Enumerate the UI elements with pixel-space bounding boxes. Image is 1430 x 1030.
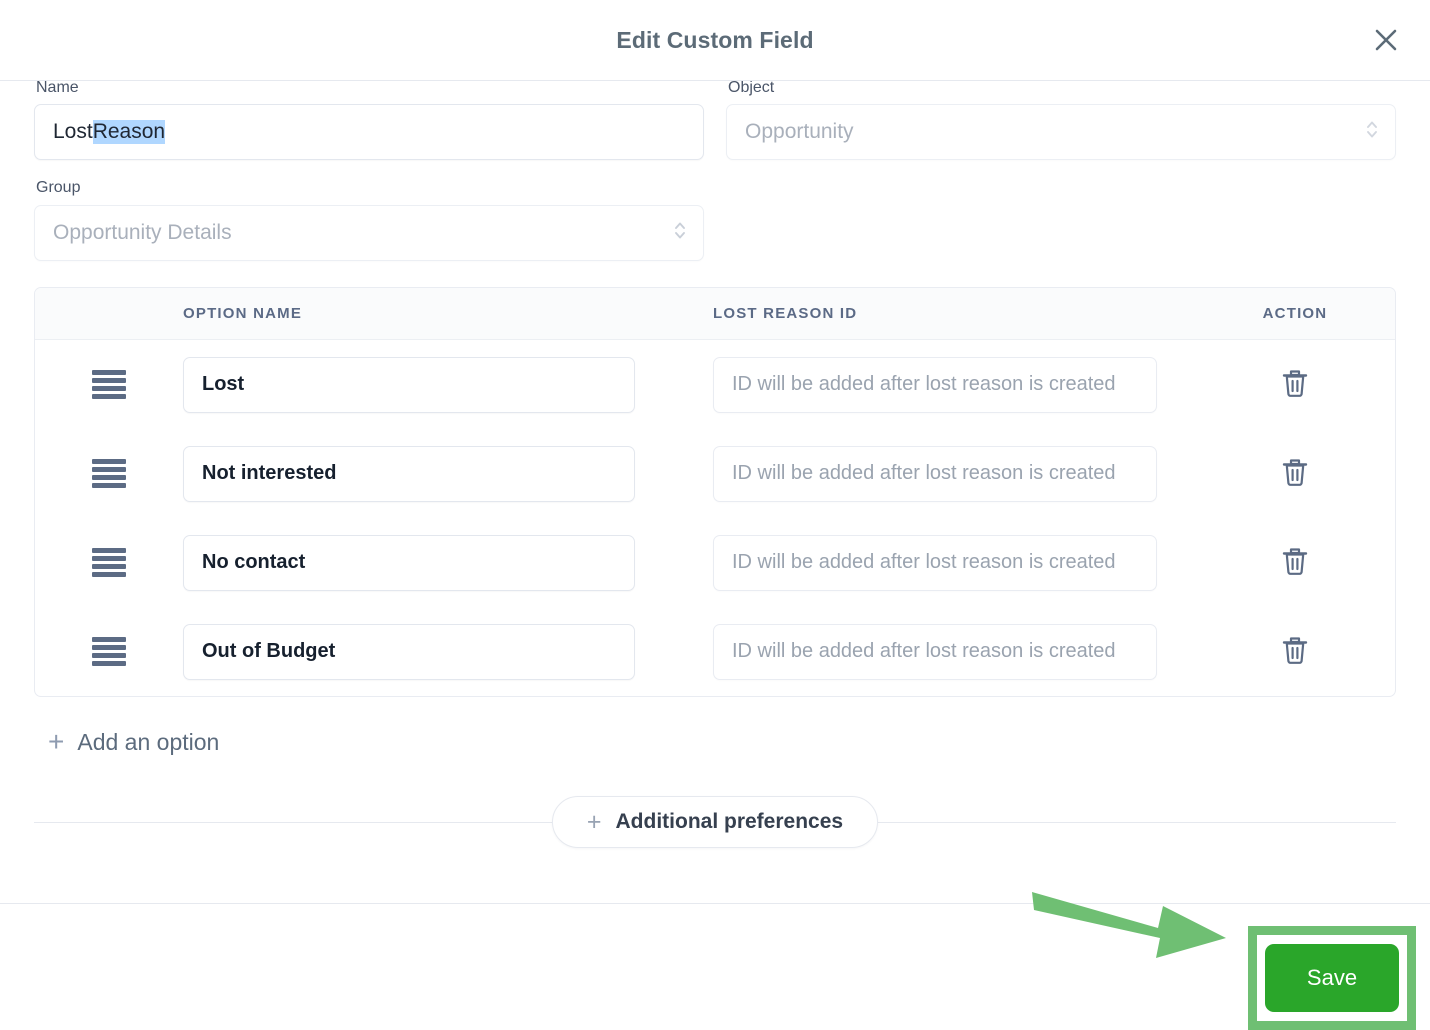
additional-preferences-label: Additional preferences <box>615 810 844 833</box>
body-top-divider <box>0 80 1430 81</box>
lost-reason-id-input[interactable] <box>713 445 1157 502</box>
save-highlight-annotation: Save <box>1248 926 1416 1030</box>
header-lost-reason-id: LOST REASON ID <box>713 305 858 322</box>
plus-icon: + <box>586 807 602 836</box>
object-select[interactable]: Opportunity <box>726 104 1396 160</box>
lost-reason-id-input[interactable] <box>713 534 1157 591</box>
object-select-value: Opportunity <box>745 120 854 143</box>
close-icon <box>1371 25 1401 55</box>
modal-footer: Save <box>0 903 1430 1030</box>
trash-icon <box>1280 545 1310 580</box>
table-body <box>35 340 1395 696</box>
name-label-clip: Name <box>34 80 704 97</box>
name-label: Name <box>36 80 79 96</box>
name-input-text-selected: Reason <box>92 120 166 144</box>
edit-custom-field-modal: Edit Custom Field Name Lost Reason Objec… <box>0 0 1430 1030</box>
lost-reason-id-input[interactable] <box>713 356 1157 413</box>
add-option-button[interactable]: + Add an option <box>48 728 219 756</box>
option-name-input[interactable] <box>183 623 635 680</box>
lost-reason-id-input[interactable] <box>713 623 1157 680</box>
option-name-input[interactable] <box>183 534 635 591</box>
trash-icon <box>1280 367 1310 402</box>
page-title: Edit Custom Field <box>616 26 814 53</box>
delete-option-button[interactable] <box>1275 365 1315 405</box>
modal-body: Name Lost Reason Object Opportunity Grou… <box>0 80 1430 903</box>
object-label-clip: Object <box>726 80 1396 97</box>
drag-handle-icon[interactable] <box>92 636 126 667</box>
delete-option-button[interactable] <box>1275 543 1315 583</box>
header-option-name: OPTION NAME <box>183 305 303 322</box>
name-object-row: Name Lost Reason Object Opportunity <box>34 80 1396 160</box>
group-select[interactable]: Opportunity Details <box>34 205 704 261</box>
trash-icon <box>1280 634 1310 669</box>
additional-preferences-button[interactable]: + Additional preferences <box>551 796 879 848</box>
group-row: Group Opportunity Details <box>34 178 1396 261</box>
option-name-input[interactable] <box>183 356 635 413</box>
drag-handle-icon[interactable] <box>92 369 126 400</box>
table-row <box>35 607 1395 696</box>
table-row <box>35 429 1395 518</box>
table-row <box>35 518 1395 607</box>
drag-handle-icon[interactable] <box>92 547 126 578</box>
plus-icon: + <box>48 726 65 757</box>
delete-option-button[interactable] <box>1275 632 1315 672</box>
group-select-value: Opportunity Details <box>53 221 232 244</box>
additional-preferences-row: + Additional preferences <box>34 796 1396 848</box>
object-label: Object <box>728 80 775 96</box>
name-input[interactable]: Lost Reason <box>34 104 704 160</box>
table-row <box>35 340 1395 429</box>
options-table: OPTION NAME LOST REASON ID ACTION <box>34 287 1396 697</box>
save-button[interactable]: Save <box>1265 944 1399 1012</box>
object-field-group: Object Opportunity <box>726 80 1396 160</box>
modal-header: Edit Custom Field <box>0 0 1430 80</box>
close-button[interactable] <box>1364 18 1408 62</box>
table-header-row: OPTION NAME LOST REASON ID ACTION <box>35 288 1395 340</box>
group-label: Group <box>36 179 81 196</box>
trash-icon <box>1280 456 1310 491</box>
group-row-spacer <box>726 178 1396 261</box>
group-select-wrap: Opportunity Details <box>34 205 704 261</box>
group-field-group: Group Opportunity Details <box>34 178 704 261</box>
option-name-input[interactable] <box>183 445 635 502</box>
name-input-text-plain: Lost <box>53 120 93 143</box>
add-option-label: Add an option <box>77 728 220 755</box>
object-select-wrap: Opportunity <box>726 104 1396 160</box>
drag-handle-icon[interactable] <box>92 458 126 489</box>
delete-option-button[interactable] <box>1275 454 1315 494</box>
name-field-group: Name Lost Reason <box>34 80 704 160</box>
header-action: ACTION <box>1262 305 1328 322</box>
